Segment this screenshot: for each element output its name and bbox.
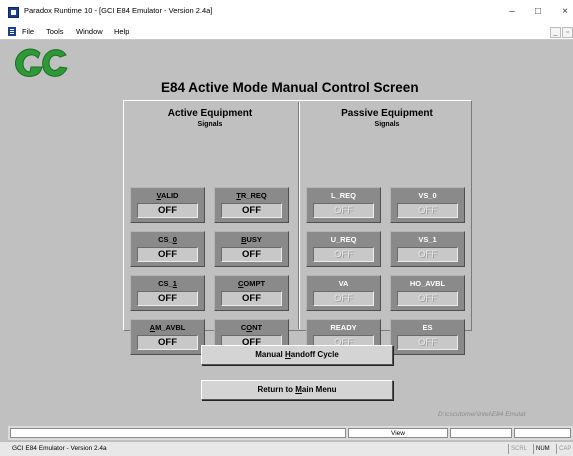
signal-value: OFF [313, 291, 374, 306]
status-bar: GCI E84 Emulator - Version 2.4a SCRL NUM… [0, 441, 573, 456]
menu-tools[interactable]: Tools [46, 27, 64, 36]
scroll-lock-indicator: SCRL [508, 444, 529, 454]
signal-value[interactable]: OFF [137, 247, 198, 262]
menu-bar: File Tools Window Help _ ▫ [0, 24, 573, 40]
maximize-button[interactable]: □ [523, 3, 553, 21]
signal-value: OFF [313, 247, 374, 262]
signal-u-req: U_REQ OFF [306, 231, 381, 267]
menu-file[interactable]: File [22, 27, 34, 36]
signal-valid[interactable]: VALID OFF [130, 187, 205, 223]
gci-logo [15, 48, 68, 77]
signal-l-req: L_REQ OFF [306, 187, 381, 223]
signal-value: OFF [397, 203, 458, 218]
signal-busy[interactable]: BUSY OFF [214, 231, 289, 267]
title-bar: Paradox Runtime 10 - [GCI E84 Emulator -… [0, 0, 573, 24]
signal-cs-1[interactable]: CS_1 OFF [130, 275, 205, 311]
signal-value[interactable]: OFF [137, 203, 198, 218]
signals-panel: Active Equipment Signals Passive Equipme… [123, 100, 472, 355]
signal-cs-0[interactable]: CS_0 OFF [130, 231, 205, 267]
signal-label: TR_REQ [236, 191, 267, 200]
mdi-restore-button[interactable]: ▫ [562, 27, 573, 38]
caps-lock-indicator: CAP [556, 444, 573, 454]
manual-handoff-cycle-button[interactable]: Manual Handoff Cycle [201, 345, 393, 365]
signal-label: CS_0 [158, 235, 177, 244]
signal-value: OFF [397, 247, 458, 262]
signal-label: BUSY [241, 235, 262, 244]
document-menu-icon[interactable] [8, 27, 16, 36]
signal-label: VALID [156, 191, 179, 200]
mode-field-right [450, 428, 512, 438]
mdi-minimize-button[interactable]: _ [550, 27, 561, 38]
mode-field-left [10, 428, 346, 438]
signal-label: CONT [240, 323, 263, 332]
form-area: E84 Active Mode Manual Control Screen Ac… [8, 41, 573, 426]
signal-label: COMPT [237, 279, 266, 288]
signal-value[interactable]: OFF [221, 291, 282, 306]
menu-help[interactable]: Help [114, 27, 129, 36]
passive-signals-subtitle: Signals [374, 121, 400, 128]
signal-label: AM_AVBL [149, 323, 186, 332]
signal-value: OFF [313, 203, 374, 218]
signal-value[interactable]: OFF [221, 203, 282, 218]
signal-ho-avbl: HO_AVBL OFF [390, 275, 465, 311]
signal-value: OFF [397, 291, 458, 306]
file-path: D:\cscutomer\intel\E84 Emulat [438, 411, 526, 418]
signal-label: L_REQ [330, 191, 356, 200]
status-text: GCI E84 Emulator - Version 2.4a [12, 445, 107, 452]
screen-title: E84 Active Mode Manual Control Screen [161, 80, 419, 95]
mode-field-end [514, 428, 571, 438]
menu-window[interactable]: Window [76, 27, 103, 36]
active-equipment-title: Active Equipment [167, 108, 253, 119]
signal-label: CS_1 [158, 279, 177, 288]
app-icon [8, 7, 19, 18]
return-to-main-menu-button[interactable]: Return to Main Menu [201, 380, 393, 400]
mode-view: View [348, 428, 448, 438]
num-lock-indicator: NUM [533, 444, 552, 454]
signal-es: ES OFF [390, 319, 465, 355]
signal-label: VA [338, 279, 349, 288]
signal-compt[interactable]: COMPT OFF [214, 275, 289, 311]
signal-label: READY [330, 323, 357, 332]
signal-label: HO_AVBL [409, 279, 446, 288]
passive-equipment-title: Passive Equipment [341, 108, 433, 119]
signal-vs-1: VS_1 OFF [390, 231, 465, 267]
signal-am-avbl[interactable]: AM_AVBL OFF [130, 319, 205, 355]
close-button[interactable]: × [550, 3, 573, 21]
signal-label: VS_0 [418, 191, 437, 200]
signal-label: VS_1 [418, 235, 437, 244]
signal-tr-req[interactable]: TR_REQ OFF [214, 187, 289, 223]
window-title: Paradox Runtime 10 - [GCI E84 Emulator -… [24, 6, 213, 15]
signal-value[interactable]: OFF [137, 291, 198, 306]
signal-value: OFF [397, 335, 458, 350]
signal-vs-0: VS_0 OFF [390, 187, 465, 223]
signal-value[interactable]: OFF [221, 247, 282, 262]
signal-value[interactable]: OFF [137, 335, 198, 350]
panel-divider [298, 102, 299, 329]
signal-label: U_REQ [330, 235, 357, 244]
mode-bar: View [8, 426, 573, 440]
signal-va: VA OFF [306, 275, 381, 311]
signal-label: ES [422, 323, 433, 332]
active-signals-subtitle: Signals [197, 121, 223, 128]
